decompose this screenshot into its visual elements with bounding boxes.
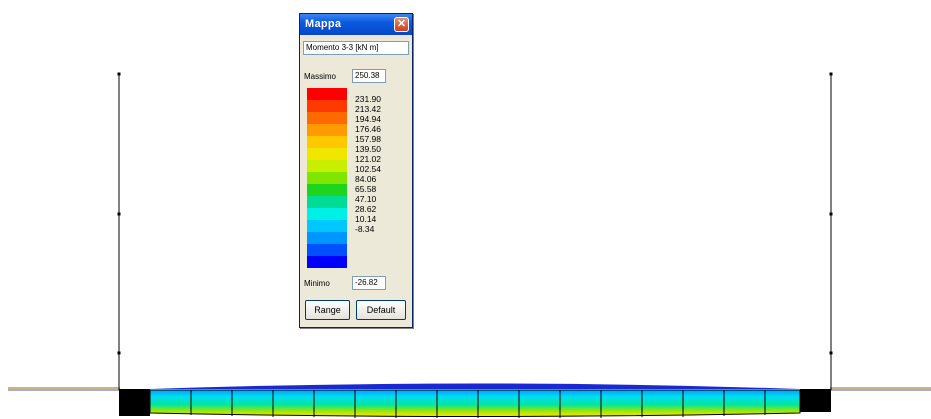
color-swatch [307, 256, 347, 268]
beam-contour [149, 389, 801, 417]
scale-tick-label: 231.90 [355, 94, 381, 104]
max-value-field[interactable]: 250.38 [352, 69, 386, 83]
window-titlebar[interactable]: Mappa ✕ [300, 14, 412, 35]
color-swatch [307, 100, 347, 112]
column-nodes [117, 72, 833, 355]
color-swatch [307, 208, 347, 220]
contour-palette-window[interactable]: Mappa ✕ Momento 3-3 [kN m] Massimo 250.3… [299, 13, 413, 328]
scale-tick-label: 157.98 [355, 134, 381, 144]
default-button[interactable]: Default [356, 300, 406, 320]
scale-tick-label: 121.02 [355, 154, 381, 164]
color-swatch [307, 160, 347, 172]
scale-tick-label: 28.62 [355, 204, 377, 214]
quantity-field[interactable]: Momento 3-3 [kN m] [303, 41, 409, 55]
scale-tick-label: 176.46 [355, 124, 381, 134]
color-scale-ticks: 231.90 213.42 194.94 176.46 157.98 139.50 121.… [355, 94, 405, 234]
color-swatch [307, 172, 347, 184]
scale-tick-label: -8.34 [355, 224, 375, 234]
scale-tick-label: 139.50 [355, 144, 381, 154]
color-swatch [307, 244, 347, 256]
color-swatch [307, 184, 347, 196]
min-label: Minimo [304, 279, 330, 288]
scale-tick-label: 65.58 [355, 184, 377, 194]
color-swatch [307, 124, 347, 136]
color-swatch [307, 148, 347, 160]
color-swatch [307, 88, 347, 100]
color-swatch [307, 196, 347, 208]
window-title: Mappa [305, 18, 342, 30]
color-swatch [307, 112, 347, 124]
scale-tick-label: 84.06 [355, 174, 377, 184]
structure-view [8, 72, 931, 418]
color-scale [307, 88, 347, 268]
scale-tick-label: 194.94 [355, 114, 381, 124]
max-label: Massimo [304, 72, 337, 81]
scale-tick-label: 102.54 [355, 164, 381, 174]
color-swatch [307, 220, 347, 232]
min-value-field[interactable]: -26.82 [352, 276, 386, 290]
beam-top-band [150, 383, 800, 389]
scale-tick-label: 47.10 [355, 194, 377, 204]
scale-tick-label: 213.42 [355, 104, 381, 114]
color-swatch [307, 232, 347, 244]
close-button[interactable]: ✕ [394, 17, 409, 32]
support-block-left [119, 389, 150, 416]
range-button[interactable]: Range [305, 300, 350, 320]
support-block-right [800, 389, 831, 412]
scale-tick-label: 10.14 [355, 214, 377, 224]
close-icon: ✕ [396, 18, 407, 30]
color-swatch [307, 136, 347, 148]
